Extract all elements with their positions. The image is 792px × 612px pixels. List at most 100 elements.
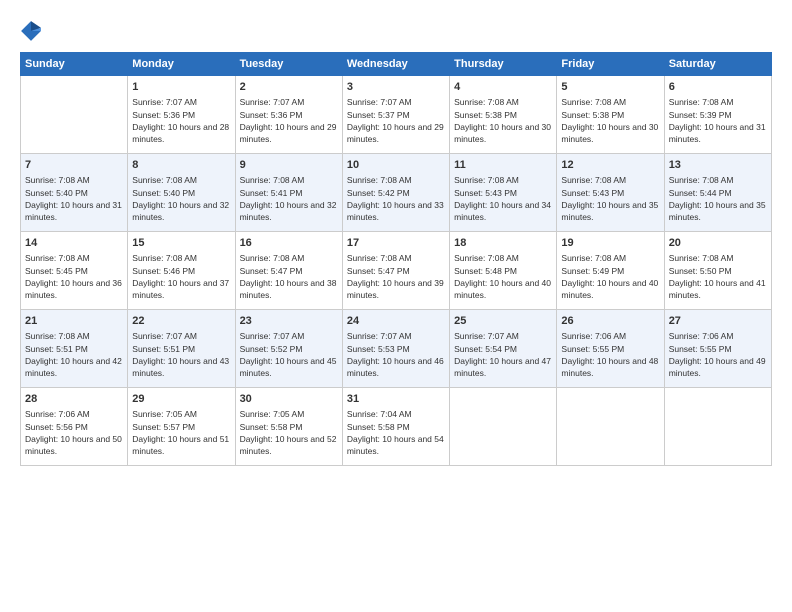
weekday-header: Tuesday	[235, 53, 342, 76]
day-info: Sunrise: 7:07 AM Sunset: 5:52 PM Dayligh…	[240, 330, 338, 379]
weekday-header: Monday	[128, 53, 235, 76]
day-number: 3	[347, 80, 445, 95]
day-info: Sunrise: 7:05 AM Sunset: 5:57 PM Dayligh…	[132, 408, 230, 457]
day-number: 31	[347, 392, 445, 407]
day-number: 21	[25, 314, 123, 329]
day-info: Sunrise: 7:08 AM Sunset: 5:41 PM Dayligh…	[240, 174, 338, 223]
day-info: Sunrise: 7:06 AM Sunset: 5:55 PM Dayligh…	[669, 330, 767, 379]
calendar-cell: 8Sunrise: 7:08 AM Sunset: 5:40 PM Daylig…	[128, 154, 235, 232]
calendar-cell: 30Sunrise: 7:05 AM Sunset: 5:58 PM Dayli…	[235, 388, 342, 466]
day-info: Sunrise: 7:08 AM Sunset: 5:45 PM Dayligh…	[25, 252, 123, 301]
calendar-week-row: 21Sunrise: 7:08 AM Sunset: 5:51 PM Dayli…	[21, 310, 772, 388]
calendar-cell: 24Sunrise: 7:07 AM Sunset: 5:53 PM Dayli…	[342, 310, 449, 388]
day-number: 23	[240, 314, 338, 329]
day-number: 24	[347, 314, 445, 329]
calendar-cell: 10Sunrise: 7:08 AM Sunset: 5:42 PM Dayli…	[342, 154, 449, 232]
calendar-week-row: 1Sunrise: 7:07 AM Sunset: 5:36 PM Daylig…	[21, 76, 772, 154]
calendar-cell: 12Sunrise: 7:08 AM Sunset: 5:43 PM Dayli…	[557, 154, 664, 232]
calendar-cell: 27Sunrise: 7:06 AM Sunset: 5:55 PM Dayli…	[664, 310, 771, 388]
calendar-cell: 31Sunrise: 7:04 AM Sunset: 5:58 PM Dayli…	[342, 388, 449, 466]
calendar-cell: 9Sunrise: 7:08 AM Sunset: 5:41 PM Daylig…	[235, 154, 342, 232]
day-number: 13	[669, 158, 767, 173]
day-info: Sunrise: 7:08 AM Sunset: 5:38 PM Dayligh…	[561, 96, 659, 145]
calendar-cell: 14Sunrise: 7:08 AM Sunset: 5:45 PM Dayli…	[21, 232, 128, 310]
day-number: 27	[669, 314, 767, 329]
day-number: 5	[561, 80, 659, 95]
day-info: Sunrise: 7:06 AM Sunset: 5:56 PM Dayligh…	[25, 408, 123, 457]
day-info: Sunrise: 7:07 AM Sunset: 5:51 PM Dayligh…	[132, 330, 230, 379]
day-number: 10	[347, 158, 445, 173]
calendar-cell: 16Sunrise: 7:08 AM Sunset: 5:47 PM Dayli…	[235, 232, 342, 310]
day-info: Sunrise: 7:08 AM Sunset: 5:42 PM Dayligh…	[347, 174, 445, 223]
day-info: Sunrise: 7:08 AM Sunset: 5:47 PM Dayligh…	[347, 252, 445, 301]
calendar-header: SundayMondayTuesdayWednesdayThursdayFrid…	[21, 53, 772, 76]
calendar-cell	[557, 388, 664, 466]
calendar-table: SundayMondayTuesdayWednesdayThursdayFrid…	[20, 52, 772, 466]
day-info: Sunrise: 7:06 AM Sunset: 5:55 PM Dayligh…	[561, 330, 659, 379]
weekday-header: Saturday	[664, 53, 771, 76]
day-number: 8	[132, 158, 230, 173]
calendar-cell: 25Sunrise: 7:07 AM Sunset: 5:54 PM Dayli…	[450, 310, 557, 388]
day-info: Sunrise: 7:08 AM Sunset: 5:44 PM Dayligh…	[669, 174, 767, 223]
day-number: 20	[669, 236, 767, 251]
calendar-cell: 15Sunrise: 7:08 AM Sunset: 5:46 PM Dayli…	[128, 232, 235, 310]
day-info: Sunrise: 7:08 AM Sunset: 5:49 PM Dayligh…	[561, 252, 659, 301]
day-info: Sunrise: 7:07 AM Sunset: 5:37 PM Dayligh…	[347, 96, 445, 145]
day-info: Sunrise: 7:08 AM Sunset: 5:46 PM Dayligh…	[132, 252, 230, 301]
day-number: 28	[25, 392, 123, 407]
weekday-header: Wednesday	[342, 53, 449, 76]
calendar-cell: 2Sunrise: 7:07 AM Sunset: 5:36 PM Daylig…	[235, 76, 342, 154]
day-number: 4	[454, 80, 552, 95]
day-number: 30	[240, 392, 338, 407]
day-number: 14	[25, 236, 123, 251]
day-number: 15	[132, 236, 230, 251]
weekday-header: Thursday	[450, 53, 557, 76]
day-info: Sunrise: 7:08 AM Sunset: 5:50 PM Dayligh…	[669, 252, 767, 301]
day-info: Sunrise: 7:08 AM Sunset: 5:43 PM Dayligh…	[454, 174, 552, 223]
calendar-cell: 21Sunrise: 7:08 AM Sunset: 5:51 PM Dayli…	[21, 310, 128, 388]
day-number: 26	[561, 314, 659, 329]
calendar-cell: 3Sunrise: 7:07 AM Sunset: 5:37 PM Daylig…	[342, 76, 449, 154]
day-number: 12	[561, 158, 659, 173]
day-number: 11	[454, 158, 552, 173]
day-number: 2	[240, 80, 338, 95]
calendar-cell: 4Sunrise: 7:08 AM Sunset: 5:38 PM Daylig…	[450, 76, 557, 154]
day-info: Sunrise: 7:07 AM Sunset: 5:36 PM Dayligh…	[240, 96, 338, 145]
day-number: 22	[132, 314, 230, 329]
calendar-cell	[21, 76, 128, 154]
day-number: 7	[25, 158, 123, 173]
day-info: Sunrise: 7:07 AM Sunset: 5:54 PM Dayligh…	[454, 330, 552, 379]
calendar-cell: 29Sunrise: 7:05 AM Sunset: 5:57 PM Dayli…	[128, 388, 235, 466]
calendar-cell: 13Sunrise: 7:08 AM Sunset: 5:44 PM Dayli…	[664, 154, 771, 232]
calendar-cell	[450, 388, 557, 466]
day-info: Sunrise: 7:08 AM Sunset: 5:38 PM Dayligh…	[454, 96, 552, 145]
calendar-cell: 23Sunrise: 7:07 AM Sunset: 5:52 PM Dayli…	[235, 310, 342, 388]
day-number: 18	[454, 236, 552, 251]
day-info: Sunrise: 7:04 AM Sunset: 5:58 PM Dayligh…	[347, 408, 445, 457]
calendar-cell: 19Sunrise: 7:08 AM Sunset: 5:49 PM Dayli…	[557, 232, 664, 310]
calendar-cell: 11Sunrise: 7:08 AM Sunset: 5:43 PM Dayli…	[450, 154, 557, 232]
header	[20, 18, 772, 42]
calendar-cell: 5Sunrise: 7:08 AM Sunset: 5:38 PM Daylig…	[557, 76, 664, 154]
calendar-cell: 7Sunrise: 7:08 AM Sunset: 5:40 PM Daylig…	[21, 154, 128, 232]
day-number: 19	[561, 236, 659, 251]
weekday-row: SundayMondayTuesdayWednesdayThursdayFrid…	[21, 53, 772, 76]
day-number: 6	[669, 80, 767, 95]
weekday-header: Sunday	[21, 53, 128, 76]
calendar-cell	[664, 388, 771, 466]
day-info: Sunrise: 7:08 AM Sunset: 5:43 PM Dayligh…	[561, 174, 659, 223]
logo-icon	[20, 20, 42, 42]
calendar-cell: 17Sunrise: 7:08 AM Sunset: 5:47 PM Dayli…	[342, 232, 449, 310]
calendar-week-row: 14Sunrise: 7:08 AM Sunset: 5:45 PM Dayli…	[21, 232, 772, 310]
day-info: Sunrise: 7:05 AM Sunset: 5:58 PM Dayligh…	[240, 408, 338, 457]
calendar-cell: 28Sunrise: 7:06 AM Sunset: 5:56 PM Dayli…	[21, 388, 128, 466]
day-info: Sunrise: 7:08 AM Sunset: 5:40 PM Dayligh…	[25, 174, 123, 223]
day-number: 25	[454, 314, 552, 329]
logo	[20, 18, 45, 42]
calendar-body: 1Sunrise: 7:07 AM Sunset: 5:36 PM Daylig…	[21, 76, 772, 466]
day-info: Sunrise: 7:08 AM Sunset: 5:48 PM Dayligh…	[454, 252, 552, 301]
day-info: Sunrise: 7:07 AM Sunset: 5:53 PM Dayligh…	[347, 330, 445, 379]
day-info: Sunrise: 7:08 AM Sunset: 5:40 PM Dayligh…	[132, 174, 230, 223]
day-info: Sunrise: 7:07 AM Sunset: 5:36 PM Dayligh…	[132, 96, 230, 145]
weekday-header: Friday	[557, 53, 664, 76]
